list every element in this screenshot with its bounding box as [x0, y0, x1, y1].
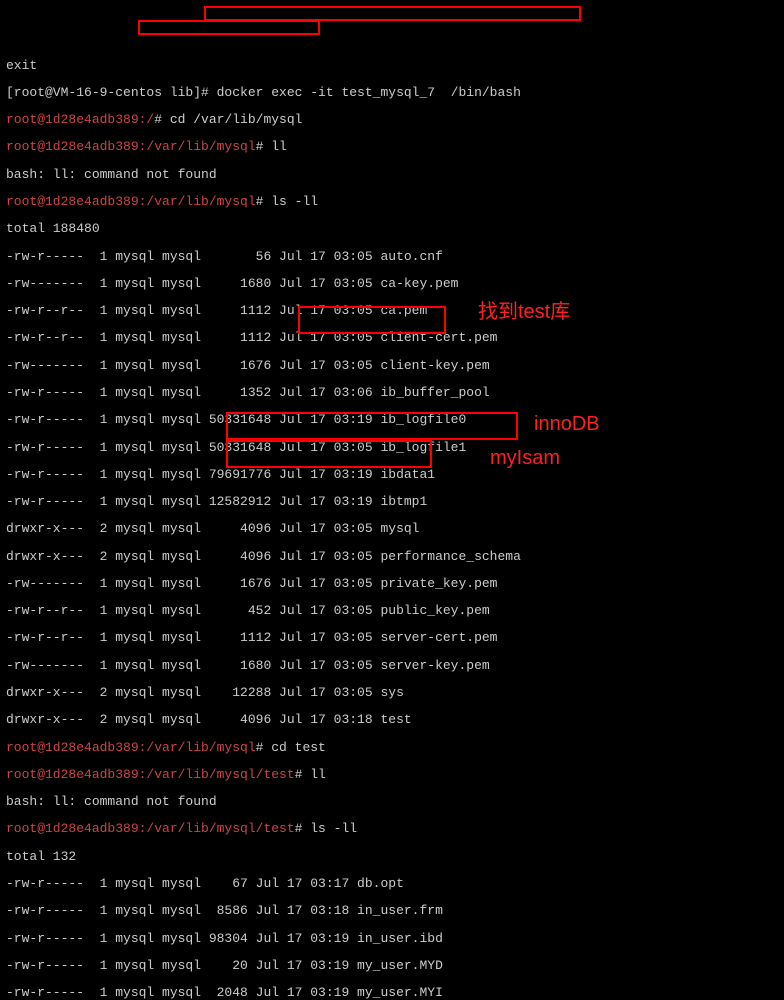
term-line: root@1d28e4adb389:/var/lib/mysql/test# l…	[6, 768, 778, 782]
annotation-label-innodb: innoDB	[534, 414, 600, 435]
prompt-path: root@1d28e4adb389:/var/lib/mysql/test	[6, 821, 295, 836]
ls-row: drwxr-x--- 2 mysql mysql 4096 Jul 17 03:…	[6, 550, 778, 564]
term-line: root@1d28e4adb389:/var/lib/mysql# ll	[6, 140, 778, 154]
term-line: total 188480	[6, 222, 778, 236]
ls-row: -rw------- 1 mysql mysql 1680 Jul 17 03:…	[6, 659, 778, 673]
ls-row: -rw-r----- 1 mysql mysql 12582912 Jul 17…	[6, 495, 778, 509]
command-text: # cd test	[256, 740, 326, 755]
ls-row: drwxr-x--- 2 mysql mysql 4096 Jul 17 03:…	[6, 713, 778, 727]
ls-row: drwxr-x--- 2 mysql mysql 12288 Jul 17 03…	[6, 686, 778, 700]
ls-row: -rw------- 1 mysql mysql 1676 Jul 17 03:…	[6, 577, 778, 591]
term-line: root@1d28e4adb389:/var/lib/mysql# cd tes…	[6, 741, 778, 755]
ls-row: -rw-r----- 1 mysql mysql 98304 Jul 17 03…	[6, 932, 778, 946]
term-line: total 132	[6, 850, 778, 864]
ls-row: -rw-r----- 1 mysql mysql 50331648 Jul 17…	[6, 441, 778, 455]
command-text: # ls -ll	[256, 194, 318, 209]
term-line: root@1d28e4adb389:/var/lib/mysql/test# l…	[6, 822, 778, 836]
term-line: root@1d28e4adb389:/var/lib/mysql# ls -ll	[6, 195, 778, 209]
ls-row: -rw-r----- 1 mysql mysql 67 Jul 17 03:17…	[6, 877, 778, 891]
ls-row: -rw------- 1 mysql mysql 1680 Jul 17 03:…	[6, 277, 778, 291]
ls-row: drwxr-x--- 2 mysql mysql 4096 Jul 17 03:…	[6, 522, 778, 536]
term-line: bash: ll: command not found	[6, 168, 778, 182]
ls-row: -rw-r--r-- 1 mysql mysql 1112 Jul 17 03:…	[6, 631, 778, 645]
command-text: # ls -ll	[295, 821, 357, 836]
prompt-path: root@1d28e4adb389:/var/lib/mysql	[6, 194, 256, 209]
prompt-path: root@1d28e4adb389:/var/lib/mysql	[6, 740, 256, 755]
ls-row: -rw-r--r-- 1 mysql mysql 452 Jul 17 03:0…	[6, 604, 778, 618]
annotation-label-myisam: myIsam	[490, 448, 560, 469]
ls-row: -rw-r----- 1 mysql mysql 56 Jul 17 03:05…	[6, 250, 778, 264]
ls-row: -rw-r----- 1 mysql mysql 1352 Jul 17 03:…	[6, 386, 778, 400]
prompt-path: root@1d28e4adb389:/	[6, 112, 154, 127]
highlight-box-cd-cmd	[138, 20, 320, 35]
term-line: root@1d28e4adb389:/# cd /var/lib/mysql	[6, 113, 778, 127]
command-text: # ll	[295, 767, 326, 782]
ls-row: -rw-r----- 1 mysql mysql 79691776 Jul 17…	[6, 468, 778, 482]
ls-row: -rw-r----- 1 mysql mysql 2048 Jul 17 03:…	[6, 986, 778, 1000]
command-text: # ll	[256, 139, 287, 154]
ls-row: -rw-r----- 1 mysql mysql 50331648 Jul 17…	[6, 413, 778, 427]
command-text: # cd /var/lib/mysql	[154, 112, 302, 127]
ls-row: -rw-r--r-- 1 mysql mysql 1112 Jul 17 03:…	[6, 304, 778, 318]
prompt-path: root@1d28e4adb389:/var/lib/mysql/test	[6, 767, 295, 782]
term-line: bash: ll: command not found	[6, 795, 778, 809]
ls-row: -rw------- 1 mysql mysql 1676 Jul 17 03:…	[6, 359, 778, 373]
ls-row: -rw-r----- 1 mysql mysql 8586 Jul 17 03:…	[6, 904, 778, 918]
term-line: exit	[6, 59, 778, 73]
ls-row: -rw-r----- 1 mysql mysql 20 Jul 17 03:19…	[6, 959, 778, 973]
annotation-label-test: 找到test库	[478, 302, 570, 323]
term-line: [root@VM-16-9-centos lib]# docker exec -…	[6, 86, 778, 100]
highlight-box-docker-cmd	[204, 6, 581, 21]
ls-row: -rw-r--r-- 1 mysql mysql 1112 Jul 17 03:…	[6, 331, 778, 345]
prompt-path: root@1d28e4adb389:/var/lib/mysql	[6, 139, 256, 154]
